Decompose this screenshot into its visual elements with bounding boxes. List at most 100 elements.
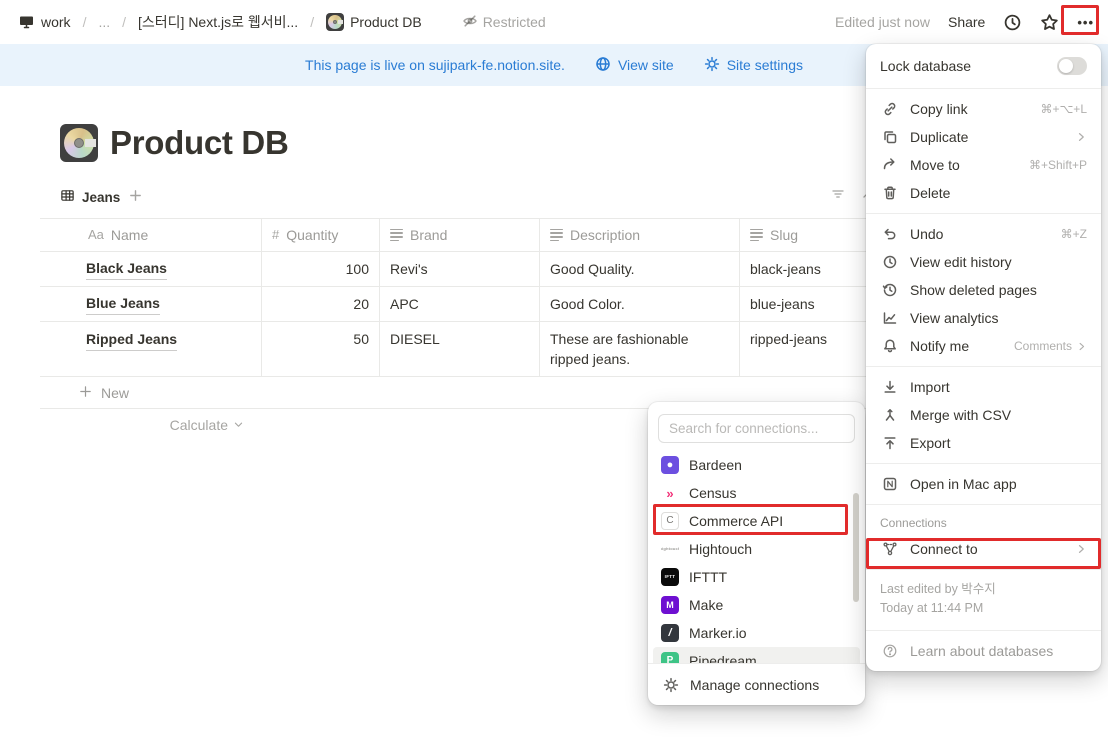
gear-icon	[704, 56, 720, 75]
undo-icon	[880, 226, 900, 242]
lock-database-toggle[interactable]	[1057, 57, 1087, 75]
last-edited-time: Today at 11:44 PM	[880, 601, 984, 615]
cell-name[interactable]: Blue Jeans	[40, 287, 262, 321]
updates-clock-icon[interactable]	[1003, 13, 1022, 32]
filter-icon[interactable]	[830, 186, 846, 205]
census-icon: »	[661, 484, 679, 502]
connections-popup: ● Bardeen » Census C Commerce API highto…	[648, 402, 865, 705]
calculate-button[interactable]: Calculate	[40, 409, 262, 441]
menu-item-duplicate[interactable]: Duplicate	[866, 123, 1101, 151]
connection-item-commerce-api[interactable]: C Commerce API	[653, 507, 860, 535]
gear-icon	[663, 677, 679, 693]
cell-brand[interactable]: Revi's	[380, 252, 540, 286]
analytics-chart-icon	[880, 310, 900, 326]
menu-item-open-in-mac-app[interactable]: Open in Mac app	[866, 470, 1101, 498]
connection-item-bardeen[interactable]: ● Bardeen	[653, 451, 860, 479]
menu-item-view-edit-history[interactable]: View edit history	[866, 248, 1101, 276]
hightouch-icon: hightouch	[661, 546, 679, 551]
cell-description[interactable]: Good Color.	[540, 287, 740, 321]
merge-icon	[880, 407, 900, 423]
bell-icon	[880, 338, 900, 354]
menu-item-undo[interactable]: Undo ⌘+Z	[866, 220, 1101, 248]
column-header-brand[interactable]: Brand	[380, 219, 540, 251]
connection-item-pipedream[interactable]: P Pipedream	[653, 647, 860, 663]
column-header-name[interactable]: Aa Name	[40, 219, 262, 251]
help-circle-icon	[880, 643, 900, 659]
menu-item-copy-link[interactable]: Copy link ⌘+⌥+L	[866, 95, 1101, 123]
cell-brand[interactable]: APC	[380, 287, 540, 321]
edited-status: Edited just now	[835, 14, 930, 30]
notion-logo-icon	[880, 476, 900, 492]
popup-scrollbar[interactable]	[853, 493, 859, 602]
title-property-icon: Aa	[88, 227, 104, 242]
connection-item-marker-io[interactable]: / Marker.io	[653, 619, 860, 647]
globe-icon	[595, 56, 611, 75]
add-view-button[interactable]	[128, 188, 143, 206]
cell-brand[interactable]: DIESEL	[380, 322, 540, 376]
favorite-star-icon[interactable]	[1040, 13, 1059, 32]
cell-slug[interactable]: ripped-jeans	[740, 322, 866, 376]
menu-item-delete[interactable]: Delete	[866, 179, 1101, 207]
menu-item-move-to[interactable]: Move to ⌘+Shift+P	[866, 151, 1101, 179]
table-header-row: Aa Name # Quantity Brand Description Slu…	[40, 219, 866, 252]
menu-item-lock-database[interactable]: Lock database	[866, 50, 1101, 82]
last-edited-info: Last edited by 박수지 Today at 11:44 PM	[866, 576, 1101, 624]
view-toolbar	[830, 186, 868, 205]
connection-item-ifttt[interactable]: IFTT IFTTT	[653, 563, 860, 591]
cell-slug[interactable]: black-jeans	[740, 252, 866, 286]
menu-item-view-analytics[interactable]: View analytics	[866, 304, 1101, 332]
pipedream-icon: P	[661, 652, 679, 663]
menu-item-notify-me[interactable]: Notify me Comments	[866, 332, 1101, 360]
menu-item-learn-about-databases[interactable]: Learn about databases	[866, 637, 1101, 665]
menu-divider	[866, 630, 1101, 631]
table-row: Blue Jeans 20 APC Good Color. blue-jeans	[40, 287, 866, 322]
breadcrumb-parent-page[interactable]: [스터디] Next.js로 웹서비...	[134, 10, 302, 34]
connection-item-make[interactable]: M Make	[653, 591, 860, 619]
chevron-right-icon	[1076, 341, 1087, 352]
view-tab-jeans[interactable]: Jeans	[60, 188, 120, 206]
page-title[interactable]: Product DB	[110, 124, 289, 162]
menu-divider	[866, 366, 1101, 367]
column-header-slug[interactable]: Slug	[740, 219, 866, 251]
cell-slug[interactable]: blue-jeans	[740, 287, 866, 321]
export-icon	[880, 435, 900, 451]
menu-divider	[866, 569, 1101, 570]
cell-description[interactable]: These are fashionable ripped jeans.	[540, 322, 740, 376]
view-site-button[interactable]: View site	[595, 56, 674, 75]
cell-quantity[interactable]: 20	[262, 287, 380, 321]
connections-list: ● Bardeen » Census C Commerce API highto…	[648, 447, 865, 663]
page-cd-icon[interactable]	[60, 124, 98, 162]
more-options-button[interactable]: •••	[1077, 15, 1094, 30]
cell-quantity[interactable]: 50	[262, 322, 380, 376]
manage-connections-button[interactable]: Manage connections	[648, 663, 865, 705]
connect-nodes-icon	[880, 541, 900, 557]
table-view-icon	[60, 188, 75, 206]
share-button[interactable]: Share	[948, 14, 985, 30]
site-settings-button[interactable]: Site settings	[704, 56, 803, 75]
ifttt-icon: IFTT	[661, 568, 679, 586]
connections-search-input[interactable]	[658, 414, 855, 443]
breadcrumb-workspace[interactable]: work	[14, 12, 75, 32]
column-header-description[interactable]: Description	[540, 219, 740, 251]
connection-item-hightouch[interactable]: hightouch Hightouch	[653, 535, 860, 563]
link-icon	[880, 101, 900, 117]
menu-item-show-deleted-pages[interactable]: Show deleted pages	[866, 276, 1101, 304]
menu-item-merge-with-csv[interactable]: Merge with CSV	[866, 401, 1101, 429]
menu-item-connect-to[interactable]: Connect to	[866, 535, 1101, 563]
cell-quantity[interactable]: 100	[262, 252, 380, 286]
plus-icon	[78, 384, 93, 402]
breadcrumb-ellipsis[interactable]: ...	[94, 12, 114, 32]
menu-item-import[interactable]: Import	[866, 373, 1101, 401]
connections-section-label: Connections	[880, 516, 947, 530]
column-header-quantity[interactable]: # Quantity	[262, 219, 380, 251]
bardeen-icon: ●	[661, 456, 679, 474]
restricted-badge[interactable]: Restricted	[462, 13, 546, 32]
breadcrumb-current-page[interactable]: Product DB	[322, 11, 426, 33]
connection-item-census[interactable]: » Census	[653, 479, 860, 507]
cell-name[interactable]: Ripped Jeans	[40, 322, 262, 376]
cell-name[interactable]: Black Jeans	[40, 252, 262, 286]
topbar-actions: Edited just now Share •••	[835, 13, 1094, 32]
cell-description[interactable]: Good Quality.	[540, 252, 740, 286]
menu-item-export[interactable]: Export	[866, 429, 1101, 457]
text-property-icon	[390, 227, 403, 244]
